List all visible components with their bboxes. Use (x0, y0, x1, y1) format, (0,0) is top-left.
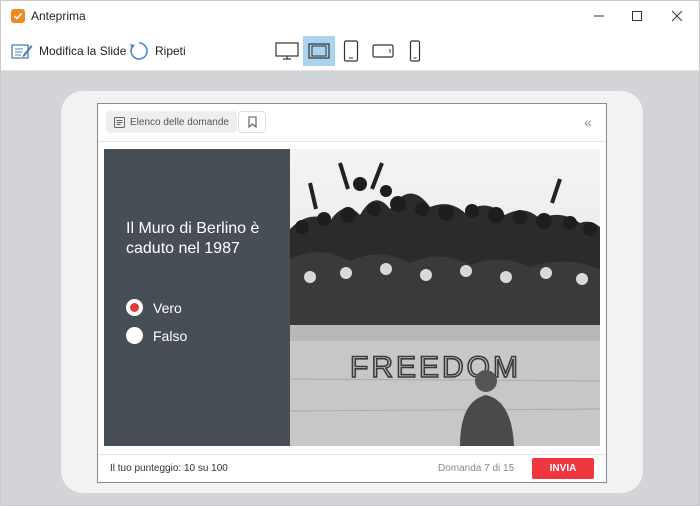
quiz-player: Elenco delle domande « Il Muro di Berlin… (97, 103, 607, 483)
checkbox-app-icon (11, 9, 25, 23)
maximize-icon (632, 11, 642, 21)
radio-selected-icon[interactable] (126, 299, 143, 316)
preview-window: Anteprima Modifica la Slide Ripeti Elenc… (0, 0, 700, 506)
desktop-icon (275, 42, 299, 60)
repeat-label: Ripeti (155, 44, 186, 58)
crowd-photo-illustration: FREEDOM (290, 149, 600, 446)
answer-option-true[interactable]: Vero (126, 299, 182, 316)
edit-slide-button[interactable]: Modifica la Slide (11, 37, 126, 65)
bookmark-button[interactable] (238, 111, 266, 133)
edit-slide-label: Modifica la Slide (39, 44, 127, 58)
window-title: Anteprima (31, 9, 86, 23)
score-label: Il tuo punteggio: 10 su 100 (110, 463, 228, 474)
maximize-button[interactable] (617, 1, 657, 31)
answer-label-true: Vero (153, 299, 182, 316)
question-list-label: Elenco delle domande (130, 116, 229, 128)
berlin-wall-photo: FREEDOM (290, 149, 600, 446)
device-frame: Elenco delle domande « Il Muro di Berlin… (61, 91, 643, 493)
question-list-button[interactable]: Elenco delle domande (106, 111, 237, 133)
answer-label-false: Falso (153, 327, 188, 344)
bookmark-icon (247, 116, 257, 128)
device-tablet-portrait-button[interactable] (335, 36, 367, 66)
title-bar: Anteprima (1, 1, 699, 31)
answer-option-false[interactable]: Falso (126, 327, 187, 344)
device-laptop-button[interactable] (303, 36, 335, 66)
minimize-icon (594, 15, 604, 17)
device-phone-button[interactable] (399, 36, 431, 66)
list-icon (114, 116, 125, 128)
repeat-button[interactable]: Ripeti (129, 37, 186, 65)
question-text: Il Muro di Berlino è caduto nel 1987 (126, 220, 260, 257)
device-desktop-button[interactable] (271, 36, 303, 66)
radio-unselected-icon[interactable] (126, 327, 143, 344)
collapse-icon[interactable]: « (584, 113, 592, 131)
submit-button[interactable]: INVIA (532, 458, 594, 479)
question-panel: Il Muro di Berlino è caduto nel 1987 Ver… (104, 149, 290, 446)
minimize-button[interactable] (579, 1, 619, 31)
laptop-icon (308, 43, 330, 59)
tablet-portrait-icon (343, 40, 359, 62)
tablet-landscape-icon (372, 44, 394, 58)
preview-stage: Elenco delle domande « Il Muro di Berlin… (1, 71, 699, 505)
toolbar: Modifica la Slide Ripeti (1, 31, 699, 71)
phone-icon (409, 40, 421, 62)
close-button[interactable] (657, 1, 697, 31)
player-bottom-bar: Il tuo punteggio: 10 su 100 Domanda 7 di… (98, 454, 606, 482)
close-icon (672, 11, 682, 21)
question-progress: Domanda 7 di 15 (438, 463, 515, 474)
device-tablet-landscape-button[interactable] (367, 36, 399, 66)
quiz-slide: Il Muro di Berlino è caduto nel 1987 Ver… (104, 149, 600, 446)
repeat-icon (130, 42, 148, 60)
edit-slide-icon (11, 44, 33, 59)
player-top-bar: Elenco delle domande « (98, 104, 606, 142)
